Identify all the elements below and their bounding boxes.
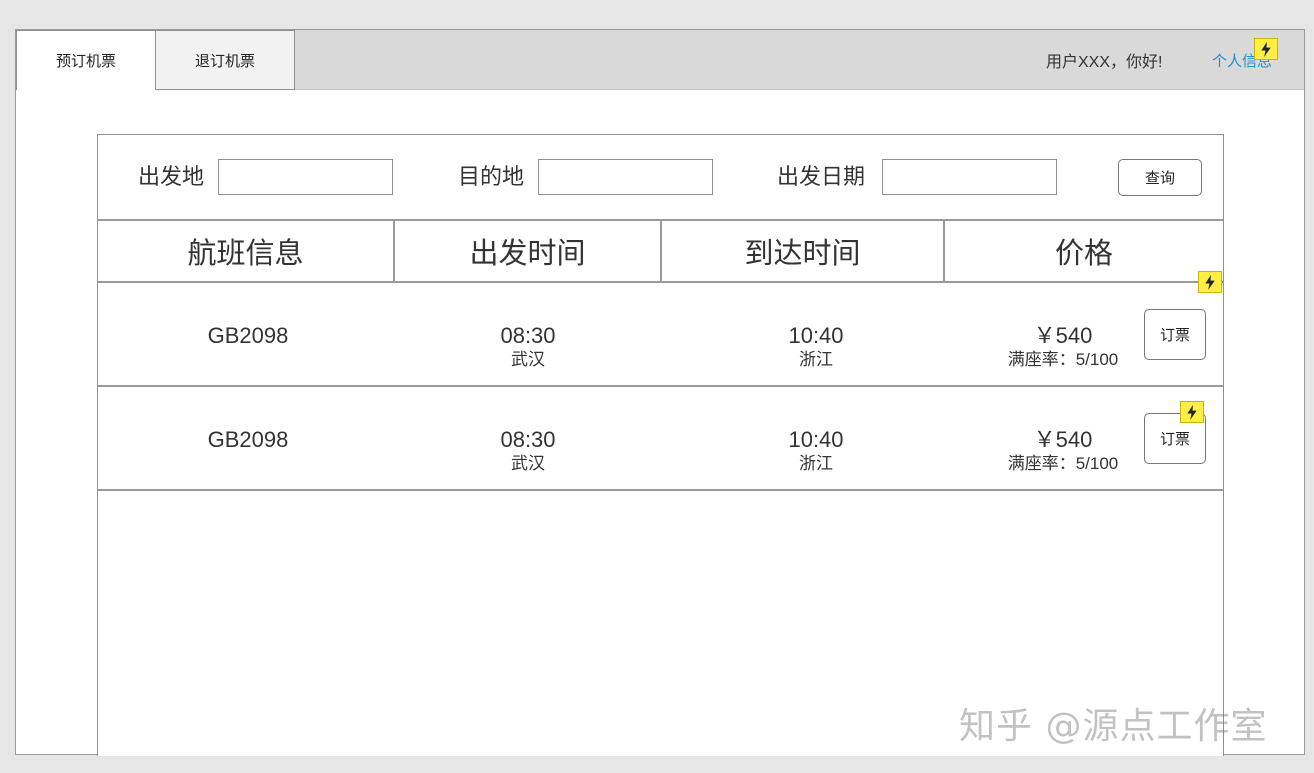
watermark: 知乎 @源点工作室 <box>959 706 1268 747</box>
app-window: 预订机票 退订机票 用户XXX，你好! 个人信息 出发地 目的地 出发日期 查询… <box>15 29 1305 756</box>
arrive-cell: 10:40 浙江 <box>716 427 916 475</box>
depart-city: 武汉 <box>511 350 545 369</box>
arrive-time: 10:40 <box>788 427 844 452</box>
destination-label: 目的地 <box>458 164 525 189</box>
lightning-bolt-icon <box>1180 401 1204 423</box>
date-input[interactable] <box>882 159 1057 195</box>
search-form: 出发地 目的地 出发日期 查询 <box>98 135 1223 221</box>
occupancy-rate: 满座率：5/100 <box>1007 454 1119 473</box>
query-button[interactable]: 查询 <box>1118 159 1202 196</box>
arrive-city: 浙江 <box>799 350 833 369</box>
column-header-depart: 出发时间 <box>469 238 586 270</box>
price: ￥540 <box>1033 427 1093 452</box>
depart-city: 武汉 <box>511 454 545 473</box>
price-cell: ￥540 满座率：5/100 <box>978 323 1148 371</box>
table-header: 航班信息 出发时间 到达时间 价格 <box>98 221 1223 283</box>
tab-book-ticket-label: 预订机票 <box>55 53 116 70</box>
depart-cell: 08:30 武汉 <box>428 427 628 475</box>
table-row: GB2098 08:30 武汉 10:40 浙江 ￥540 满座率：5/100 … <box>98 283 1223 387</box>
origin-label: 出发地 <box>138 164 205 189</box>
column-header-flight: 航班信息 <box>187 238 304 270</box>
column-header-arrive: 到达时间 <box>744 238 861 270</box>
table-row: GB2098 08:30 武汉 10:40 浙江 ￥540 满座率：5/100 … <box>98 387 1223 491</box>
depart-cell: 08:30 武汉 <box>428 323 628 371</box>
arrive-cell: 10:40 浙江 <box>716 323 916 371</box>
arrive-city: 浙江 <box>799 454 833 473</box>
destination-input[interactable] <box>538 159 713 195</box>
column-header-price: 价格 <box>1054 238 1113 270</box>
price-cell: ￥540 满座率：5/100 <box>978 427 1148 475</box>
top-bar: 预订机票 退订机票 用户XXX，你好! 个人信息 <box>16 30 1304 90</box>
lightning-bolt-icon <box>1254 38 1278 60</box>
depart-time: 08:30 <box>500 427 556 452</box>
user-greeting: 用户XXX，你好! <box>1046 54 1163 71</box>
flight-number: GB2098 <box>207 323 289 348</box>
booking-panel: 出发地 目的地 出发日期 查询 航班信息 出发时间 到达时间 价格 GB2098 <box>97 134 1224 756</box>
depart-time: 08:30 <box>500 323 556 348</box>
book-button-label: 订票 <box>1159 431 1190 448</box>
tab-cancel-ticket-label: 退订机票 <box>194 52 255 70</box>
arrive-time: 10:40 <box>788 323 844 348</box>
origin-input[interactable] <box>218 159 393 195</box>
book-button[interactable]: 订票 <box>1144 309 1206 360</box>
price: ￥540 <box>1033 323 1093 348</box>
occupancy-rate: 满座率：5/100 <box>1007 350 1119 369</box>
book-button-label: 订票 <box>1159 327 1190 344</box>
tab-cancel-ticket[interactable]: 退订机票 <box>155 30 295 90</box>
flight-number: GB2098 <box>207 427 289 452</box>
query-button-label: 查询 <box>1144 170 1175 187</box>
date-label: 出发日期 <box>777 164 866 189</box>
tab-book-ticket[interactable]: 预订机票 <box>16 30 156 90</box>
